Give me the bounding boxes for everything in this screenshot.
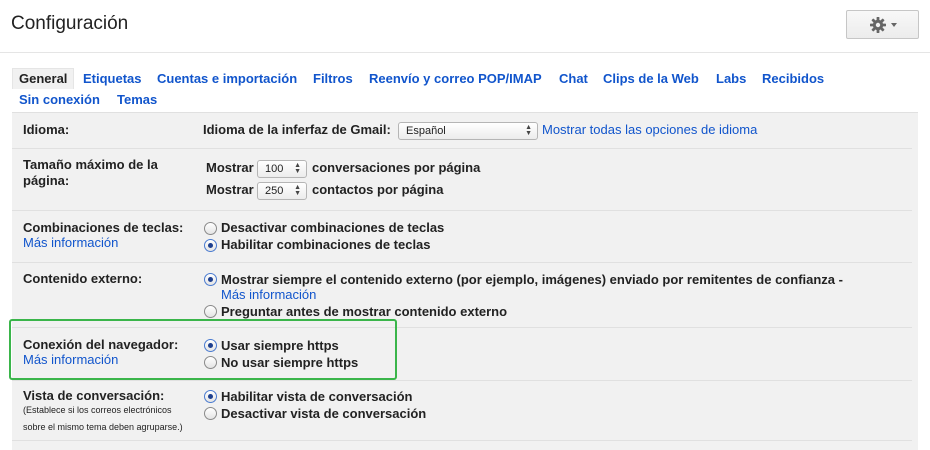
row-divider — [12, 262, 912, 263]
tab-general[interactable]: General — [12, 68, 75, 89]
language-field-label: Idioma de la inferfaz de Gmail: — [203, 122, 391, 137]
language-label: Idioma: — [23, 122, 70, 137]
external-ask-radio[interactable] — [204, 305, 217, 318]
shortcuts-more-info-link[interactable]: Más información — [23, 235, 118, 250]
conversation-view-note-1: (Establece si los correos electrónicos — [23, 405, 172, 415]
highlight-box — [9, 319, 397, 380]
tab-clips-web[interactable]: Clips de la Web — [603, 71, 699, 86]
row-divider — [12, 148, 912, 149]
gear-icon — [869, 16, 887, 34]
tab-recibidos[interactable]: Recibidos — [762, 71, 824, 86]
shortcuts-disable-label: Desactivar combinaciones de teclas — [221, 220, 445, 235]
tab-reenvio[interactable]: Reenvío y correo POP/IMAP — [369, 71, 542, 86]
shortcuts-label: Combinaciones de teclas: — [23, 220, 184, 235]
conversation-view-disable-label: Desactivar vista de conversación — [221, 406, 427, 421]
page-size-label: Tamaño máximo de la página: — [23, 157, 158, 188]
contacts-show-label: Mostrar — [206, 182, 254, 197]
external-content-label: Contenido externo: — [23, 271, 143, 286]
external-always-radio[interactable] — [204, 273, 217, 286]
conversations-per-page-select[interactable]: 100 ▲ ▼ — [257, 160, 307, 178]
tab-labs[interactable]: Labs — [716, 71, 746, 86]
row-divider — [12, 210, 912, 211]
contacts-per-page-select[interactable]: 250 ▲ ▼ — [257, 182, 307, 200]
contacts-suffix: contactos por página — [312, 182, 444, 197]
select-arrows-icon: ▲ ▼ — [294, 184, 301, 197]
shortcuts-disable-radio[interactable] — [204, 222, 217, 235]
tab-etiquetas[interactable]: Etiquetas — [83, 71, 142, 86]
row-divider — [12, 380, 912, 381]
external-more-info-link[interactable]: Más información — [221, 287, 316, 302]
language-options-link[interactable]: Mostrar todas las opciones de idioma — [542, 122, 757, 137]
settings-button[interactable] — [846, 10, 919, 39]
chevron-down-icon — [890, 23, 897, 27]
tab-sin-conexion[interactable]: Sin conexión — [19, 92, 100, 107]
conversation-view-disable-radio[interactable] — [204, 407, 217, 420]
select-arrows-icon: ▲ ▼ — [525, 124, 532, 137]
external-always-label: Mostrar siempre el contenido externo (po… — [221, 272, 843, 287]
tab-chat[interactable]: Chat — [559, 71, 588, 86]
tab-temas[interactable]: Temas — [117, 92, 157, 107]
language-select[interactable]: Español ▲ ▼ — [398, 122, 538, 140]
external-ask-label: Preguntar antes de mostrar contenido ext… — [221, 304, 508, 319]
tab-filtros[interactable]: Filtros — [313, 71, 353, 86]
page-title: Configuración — [11, 13, 129, 34]
select-arrows-icon: ▲ ▼ — [294, 162, 301, 175]
conversations-show-label: Mostrar — [206, 160, 254, 175]
shortcuts-enable-radio[interactable] — [204, 239, 217, 252]
conversations-per-page-value: 100 — [265, 163, 284, 175]
shortcuts-enable-label: Habilitar combinaciones de teclas — [221, 237, 431, 252]
conversation-view-note-2: sobre el mismo tema deben agruparse.) — [23, 422, 183, 432]
language-select-value: Español — [406, 125, 446, 137]
contacts-per-page-value: 250 — [265, 185, 284, 197]
row-divider — [12, 440, 912, 441]
conversation-view-enable-label: Habilitar vista de conversación — [221, 389, 413, 404]
conversations-suffix: conversaciones por página — [312, 160, 481, 175]
tab-cuentas[interactable]: Cuentas e importación — [157, 71, 297, 86]
header-divider — [0, 52, 930, 53]
conversation-view-enable-radio[interactable] — [204, 390, 217, 403]
